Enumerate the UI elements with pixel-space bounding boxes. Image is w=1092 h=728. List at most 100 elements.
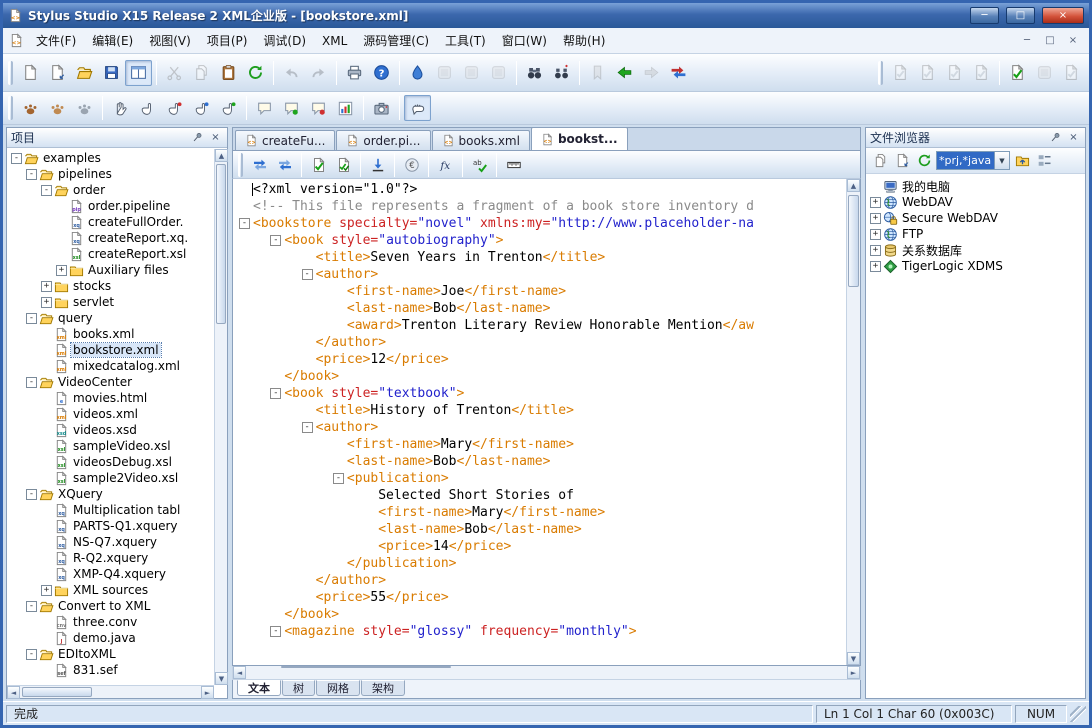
fold-toggle[interactable]: - xyxy=(302,269,313,280)
code-line[interactable]: - <book style="autobiography"> xyxy=(233,232,846,249)
help-button[interactable]: ? xyxy=(368,60,395,86)
expand-toggle[interactable]: + xyxy=(56,265,67,276)
backmap-tool-4-button[interactable] xyxy=(215,95,242,121)
project-item-pipelines[interactable]: -pipelines xyxy=(9,166,213,182)
project-item-sample2video-xsl[interactable]: xslsample2Video.xsl xyxy=(9,470,213,486)
project-item-order[interactable]: -order xyxy=(9,182,213,198)
code-line[interactable]: <title>History of Trenton</title> xyxy=(233,402,846,419)
project-item-auxiliary-files[interactable]: +Auxiliary files xyxy=(9,262,213,278)
project-item-stocks[interactable]: +stocks xyxy=(9,278,213,294)
profiler-button[interactable] xyxy=(332,95,359,121)
project-item-xquery-folder[interactable]: -XQuery xyxy=(9,486,213,502)
pin-icon[interactable] xyxy=(190,131,205,145)
fold-toggle[interactable]: - xyxy=(239,218,250,229)
project-item-videosdebug-xsl[interactable]: xslvideosDebug.xsl xyxy=(9,454,213,470)
code-line[interactable]: <last-name>Bob</last-name> xyxy=(233,453,846,470)
project-item-831-sef[interactable]: sef831.sef xyxy=(9,662,213,678)
toolbar-grip[interactable] xyxy=(238,153,243,177)
code-line[interactable]: <price>14</price> xyxy=(233,538,846,555)
close-button[interactable]: × xyxy=(1042,7,1084,24)
annotation-tool-1-button[interactable] xyxy=(251,95,278,121)
xquery-mapper-button[interactable] xyxy=(404,60,431,86)
project-item-movies-html[interactable]: emovies.html xyxy=(9,390,213,406)
scroll-right-button[interactable]: ► xyxy=(201,686,214,699)
spell-check-button[interactable]: ab xyxy=(467,153,492,177)
show-all-files-button[interactable] xyxy=(869,150,891,172)
menu-window[interactable]: 窗口(W) xyxy=(494,28,555,53)
redo-button[interactable] xyxy=(305,60,332,86)
code-line[interactable]: </book> xyxy=(233,368,846,385)
backmap-tool-1-button[interactable] xyxy=(134,95,161,121)
mdi-close-button[interactable]: × xyxy=(1063,33,1083,49)
refresh-view-button[interactable] xyxy=(913,150,935,172)
menu-file[interactable]: 文件(F) xyxy=(28,28,84,53)
code-editor[interactable]: <?xml version="1.0"?><!-- This file repr… xyxy=(232,179,861,666)
project-item-createreport-xq[interactable]: xqcreateReport.xq. xyxy=(9,230,213,246)
validate-tool-3-button[interactable] xyxy=(941,60,968,86)
menu-help[interactable]: 帮助(H) xyxy=(555,28,613,53)
fold-toggle[interactable]: - xyxy=(333,473,344,484)
toggle-markup-button[interactable] xyxy=(272,153,297,177)
expand-toggle[interactable]: + xyxy=(41,281,52,292)
file-browser-item-my-computer[interactable]: 我的电脑 xyxy=(868,178,1071,194)
expand-toggle[interactable]: + xyxy=(870,261,881,272)
doc-tab-order-pipeline[interactable]: <>order.pi... xyxy=(336,130,430,150)
project-item-xml-sources[interactable]: +XML sources xyxy=(9,582,213,598)
project-item-three-conv[interactable]: cnvthree.conv xyxy=(9,614,213,630)
xpath-functions-button[interactable]: fx xyxy=(433,153,458,177)
save-button[interactable] xyxy=(98,60,125,86)
file-browser-item-relational-database[interactable]: +关系数据库 xyxy=(868,242,1071,258)
code-line[interactable]: <first-name>Mary</first-name> xyxy=(233,436,846,453)
code-line[interactable]: - <publication> xyxy=(233,470,846,487)
toolbar-grip[interactable] xyxy=(8,61,13,85)
link-to-editor-button[interactable] xyxy=(891,150,913,172)
backmap-tool-3-button[interactable] xyxy=(188,95,215,121)
collapse-toggle[interactable]: - xyxy=(26,169,37,180)
code-line[interactable]: </author> xyxy=(233,334,846,351)
project-item-editoxml[interactable]: -EDItoXML xyxy=(9,646,213,662)
project-item-ns-q7[interactable]: xqNS-Q7.xquery xyxy=(9,534,213,550)
menu-source-control[interactable]: 源码管理(C) xyxy=(355,28,437,53)
find-button[interactable] xyxy=(521,60,548,86)
editor-vertical-scrollbar[interactable]: ▲ ▼ xyxy=(846,179,860,665)
code-line[interactable]: <!-- This file represents a fragment of … xyxy=(233,198,846,215)
project-item-createfullorder[interactable]: xqcreateFullOrder. xyxy=(9,214,213,230)
view-tab-schema[interactable]: 架构 xyxy=(361,680,405,696)
collapse-toggle[interactable]: - xyxy=(41,185,52,196)
expand-toggle[interactable]: + xyxy=(870,197,881,208)
web-service-call-button[interactable] xyxy=(458,60,485,86)
snapshot-tool-button[interactable] xyxy=(368,95,395,121)
toggle-ruler-button[interactable] xyxy=(501,153,526,177)
code-line[interactable]: - <book style="textbook"> xyxy=(233,385,846,402)
panel-close-icon[interactable]: × xyxy=(208,131,223,145)
project-item-bookstore-xml[interactable]: xmlbookstore.xml xyxy=(9,342,213,358)
code-line[interactable]: -<bookstore specialty="novel" xmlns:my="… xyxy=(233,215,846,232)
scroll-down-button[interactable]: ▼ xyxy=(215,672,228,685)
code-line[interactable]: <?xml version="1.0"?> xyxy=(233,181,846,198)
expand-toggle[interactable]: + xyxy=(41,585,52,596)
view-tab-text[interactable]: 文本 xyxy=(237,680,281,696)
code-line[interactable]: <price>55</price> xyxy=(233,589,846,606)
save-output-button[interactable] xyxy=(365,153,390,177)
validate-tool-1-button[interactable] xyxy=(887,60,914,86)
expand-toggle[interactable]: + xyxy=(870,229,881,240)
pin-icon[interactable] xyxy=(1048,131,1063,145)
check-wellformed-button[interactable] xyxy=(306,153,331,177)
toolbar-grip[interactable] xyxy=(878,61,883,85)
window-resize-grip[interactable] xyxy=(1070,706,1086,722)
code-line[interactable]: - <author> xyxy=(233,419,846,436)
file-browser-item-secure-webdav[interactable]: +Secure WebDAV xyxy=(868,210,1071,226)
fold-toggle[interactable]: - xyxy=(270,626,281,637)
paste-button[interactable] xyxy=(215,60,242,86)
project-item-demo-java[interactable]: Jdemo.java xyxy=(9,630,213,646)
code-line[interactable]: <price>12</price> xyxy=(233,351,846,368)
open-file-button[interactable] xyxy=(71,60,98,86)
toggle-bookmark-button[interactable] xyxy=(584,60,611,86)
toolbar-grip[interactable] xyxy=(8,96,13,120)
mdi-restore-button[interactable]: □ xyxy=(1040,33,1060,49)
view-options-button[interactable] xyxy=(1033,150,1055,172)
reload-document-button[interactable] xyxy=(242,60,269,86)
menu-xml[interactable]: XML xyxy=(314,30,355,52)
mdi-minimize-button[interactable]: ─ xyxy=(1017,33,1037,49)
code-line[interactable]: <title>Seven Years in Trenton</title> xyxy=(233,249,846,266)
